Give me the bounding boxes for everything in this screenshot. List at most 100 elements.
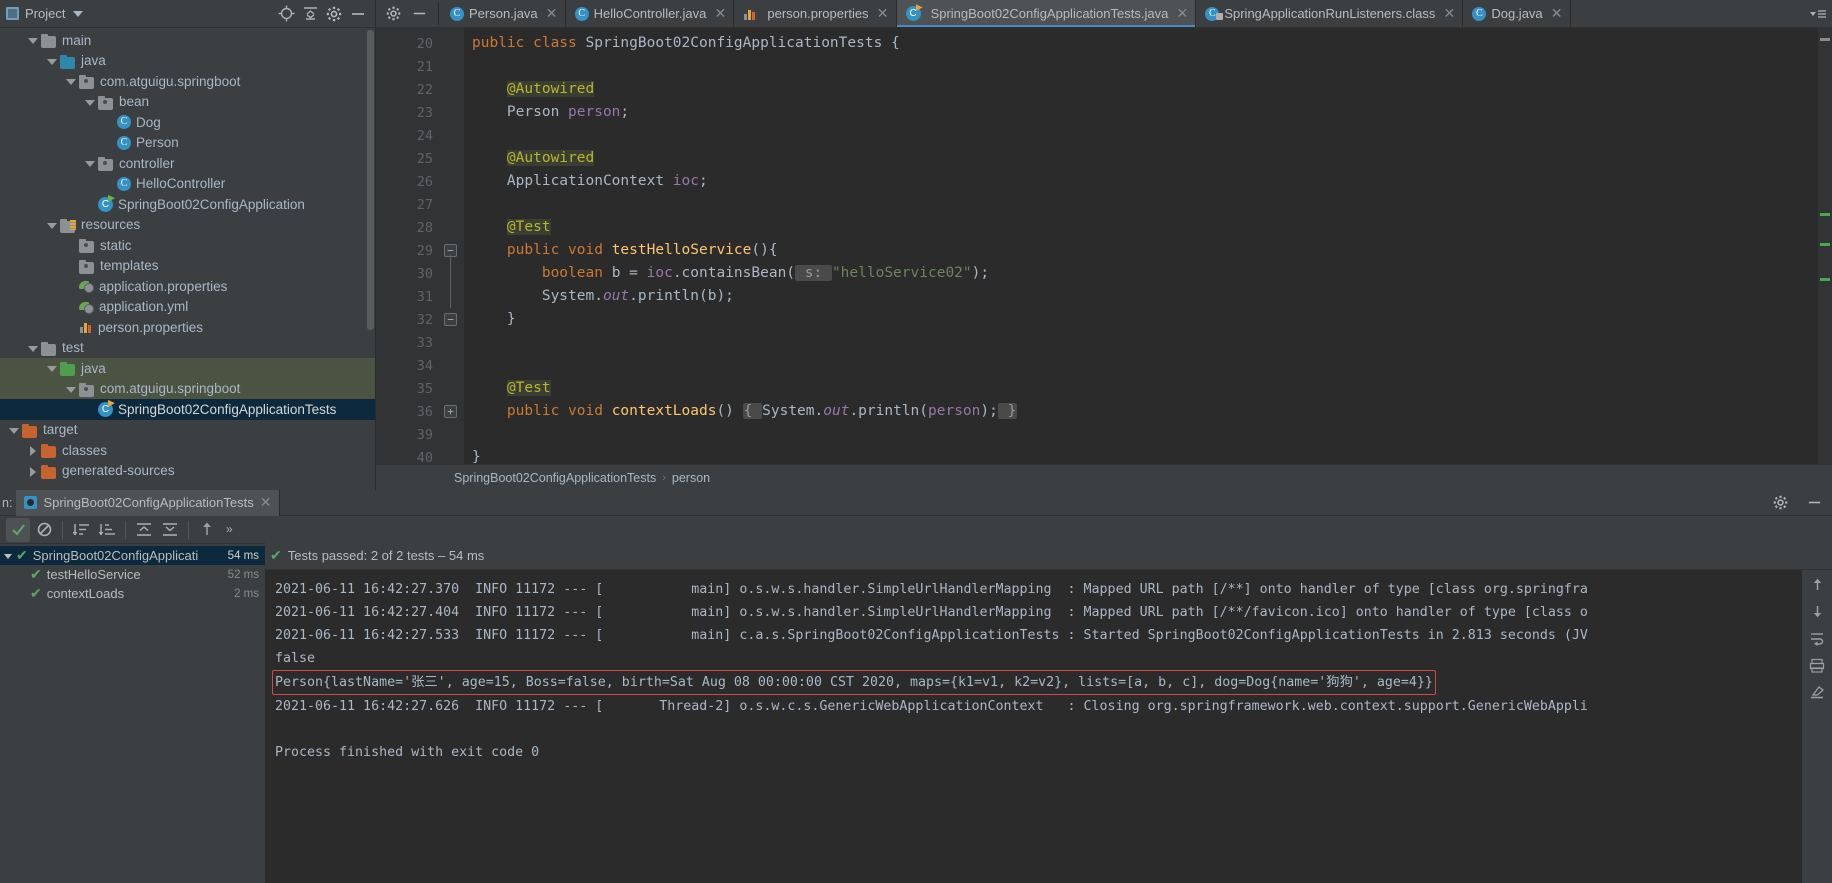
project-tree-scrollbar[interactable] [367,30,374,330]
hide-panel-icon[interactable] [347,3,369,25]
close-icon[interactable]: ✕ [546,5,558,22]
tree-item-classes[interactable]: classes [0,440,375,461]
settings-icon[interactable] [323,3,345,25]
close-icon[interactable]: ✕ [1551,5,1563,22]
chevron-down-icon[interactable] [46,362,58,374]
expand-fold-icon[interactable]: + [444,405,457,418]
editor-tab-springboot02configapplicationtests-java[interactable]: C SpringBoot02ConfigApplicationTests.java… [896,0,1197,27]
tree-item-resources[interactable]: resources [0,215,375,236]
chevron-down-icon[interactable] [46,219,58,231]
close-icon[interactable]: ✕ [877,5,889,22]
print-icon[interactable] [1806,655,1828,675]
tree-item-com-atguigu-springboot[interactable]: com.atguigu.springboot [0,378,375,399]
test-result-row[interactable]: ✔ contextLoads 2 ms [0,584,265,603]
code-line[interactable] [464,124,1832,147]
editor-tab-hellocontroller-java[interactable]: C HelloController.java ✕ [566,0,735,27]
tree-item-controller[interactable]: controller [0,153,375,174]
run-tab-tests[interactable]: SpringBoot02ConfigApplicationTests ✕ [16,489,281,516]
show-ignored-icon[interactable] [32,518,56,542]
gear-icon[interactable] [380,1,406,27]
code-content[interactable]: public class SpringBoot02ConfigApplicati… [464,28,1832,464]
tree-item-test[interactable]: test [0,338,375,359]
chevron-down-icon[interactable] [84,96,96,108]
tree-item-person[interactable]: C Person [0,133,375,154]
minimize-icon[interactable] [1802,491,1826,515]
code-line[interactable] [464,55,1832,78]
breadcrumb-item-field[interactable]: person [672,471,710,485]
more-options-icon[interactable]: » [221,518,245,542]
sort-alphabetically-icon[interactable] [69,518,93,542]
chevron-down-icon[interactable] [65,383,77,395]
close-icon[interactable]: ✕ [714,5,727,22]
chevron-down-icon[interactable] [27,342,39,354]
show-passed-icon[interactable] [6,517,30,542]
editor-marker-bar[interactable] [1818,28,1832,464]
expand-all-icon[interactable] [132,518,156,542]
chevron-right-icon[interactable] [27,444,39,457]
chevron-down-icon[interactable] [8,424,20,436]
soft-wrap-icon[interactable] [1806,628,1828,648]
locate-icon[interactable] [275,3,297,25]
tree-item-application-yml[interactable]: application.yml [0,297,375,318]
gear-icon[interactable] [1768,491,1792,515]
tree-item-springboot02configapplicationtests[interactable]: C SpringBoot02ConfigApplicationTests [0,399,375,420]
collapse-fold-icon[interactable]: − [444,313,457,326]
chevron-down-icon[interactable] [84,157,96,169]
collapse-all-icon[interactable] [158,518,182,542]
editor-tab-person-properties[interactable]: person.properties ✕ [734,0,897,27]
test-results-tree[interactable]: ✔ SpringBoot02ConfigApplicati 54 ms ✔ testHe… [0,544,265,883]
code-line[interactable] [464,354,1832,377]
minimize-icon[interactable] [406,1,432,27]
tree-item-main[interactable]: main [0,30,375,51]
tree-item-java[interactable]: java [0,358,375,379]
code-line[interactable] [464,193,1832,216]
code-line[interactable]: ApplicationContext ioc; [464,170,1832,193]
code-line[interactable]: boolean b = ioc.containsBean( s: "helloS… [464,262,1832,285]
tab-overflow-icon[interactable] [1808,0,1832,27]
code-line[interactable]: @Test [464,377,1832,400]
chevron-down-icon[interactable] [73,10,84,17]
previous-occurrence-icon[interactable] [195,518,219,542]
collapse-all-icon[interactable] [299,3,321,25]
editor-tab-springapplicationrunlisteners-class[interactable]: C SpringApplicationRunListeners.class ✕ [1196,0,1464,27]
tree-item-springboot02configapplication[interactable]: C SpringBoot02ConfigApplication [0,194,375,215]
chevron-down-icon[interactable] [4,551,14,561]
close-icon[interactable]: ✕ [260,494,272,511]
tree-item-bean[interactable]: bean [0,92,375,113]
code-line[interactable] [464,331,1832,354]
chevron-right-icon[interactable] [27,465,39,477]
code-line[interactable]: System.out.println(b); [464,285,1832,308]
sort-by-duration-icon[interactable] [95,518,119,542]
code-line[interactable] [464,423,1832,446]
console-output[interactable]: 2021-06-11 16:42:27.370 INFO 11172 --- [… [265,570,1802,883]
code-folding-column[interactable]: − − + [438,28,464,464]
clear-console-icon[interactable] [1806,682,1828,702]
tree-item-application-properties[interactable]: application.properties [0,276,375,297]
test-result-row[interactable]: ✔ SpringBoot02ConfigApplicati 54 ms [0,546,265,565]
scroll-down-icon[interactable] [1806,601,1828,621]
tree-item-com-atguigu-springboot[interactable]: com.atguigu.springboot [0,71,375,92]
close-icon[interactable]: ✕ [1443,5,1455,22]
code-line[interactable]: } [464,446,1832,464]
chevron-down-icon[interactable] [27,34,39,46]
tree-item-static[interactable]: static [0,235,375,256]
code-line[interactable]: @Autowired [464,78,1832,101]
chevron-down-icon[interactable] [46,55,58,67]
code-line[interactable]: } [464,308,1832,331]
tree-item-java[interactable]: java [0,51,375,72]
code-line[interactable]: public class SpringBoot02ConfigApplicati… [464,32,1832,55]
code-line[interactable]: public void contextLoads() { System.out.… [464,400,1832,423]
tree-item-templates[interactable]: templates [0,256,375,277]
tree-item-dog[interactable]: C Dog [0,112,375,133]
chevron-down-icon[interactable] [65,75,77,87]
tree-item-generated-sources[interactable]: generated-sources [0,461,375,482]
tree-item-hellocontroller[interactable]: C HelloController [0,174,375,195]
editor-tab-dog-java[interactable]: C Dog.java ✕ [1463,0,1571,27]
editor-tab-person-java[interactable]: C Person.java ✕ [441,0,566,27]
test-result-row[interactable]: ✔ testHelloService 52 ms [0,565,265,584]
editor-gutter[interactable]: 20 21 22 23 24 25 26 27 28 29 30 31 32 33 34 35 36 39 40 [376,28,438,464]
tree-item-person-properties[interactable]: person.properties [0,317,375,338]
code-line[interactable]: public void testHelloService(){ [464,239,1832,262]
code-line[interactable]: Person person; [464,101,1832,124]
code-line[interactable]: @Test [464,216,1832,239]
